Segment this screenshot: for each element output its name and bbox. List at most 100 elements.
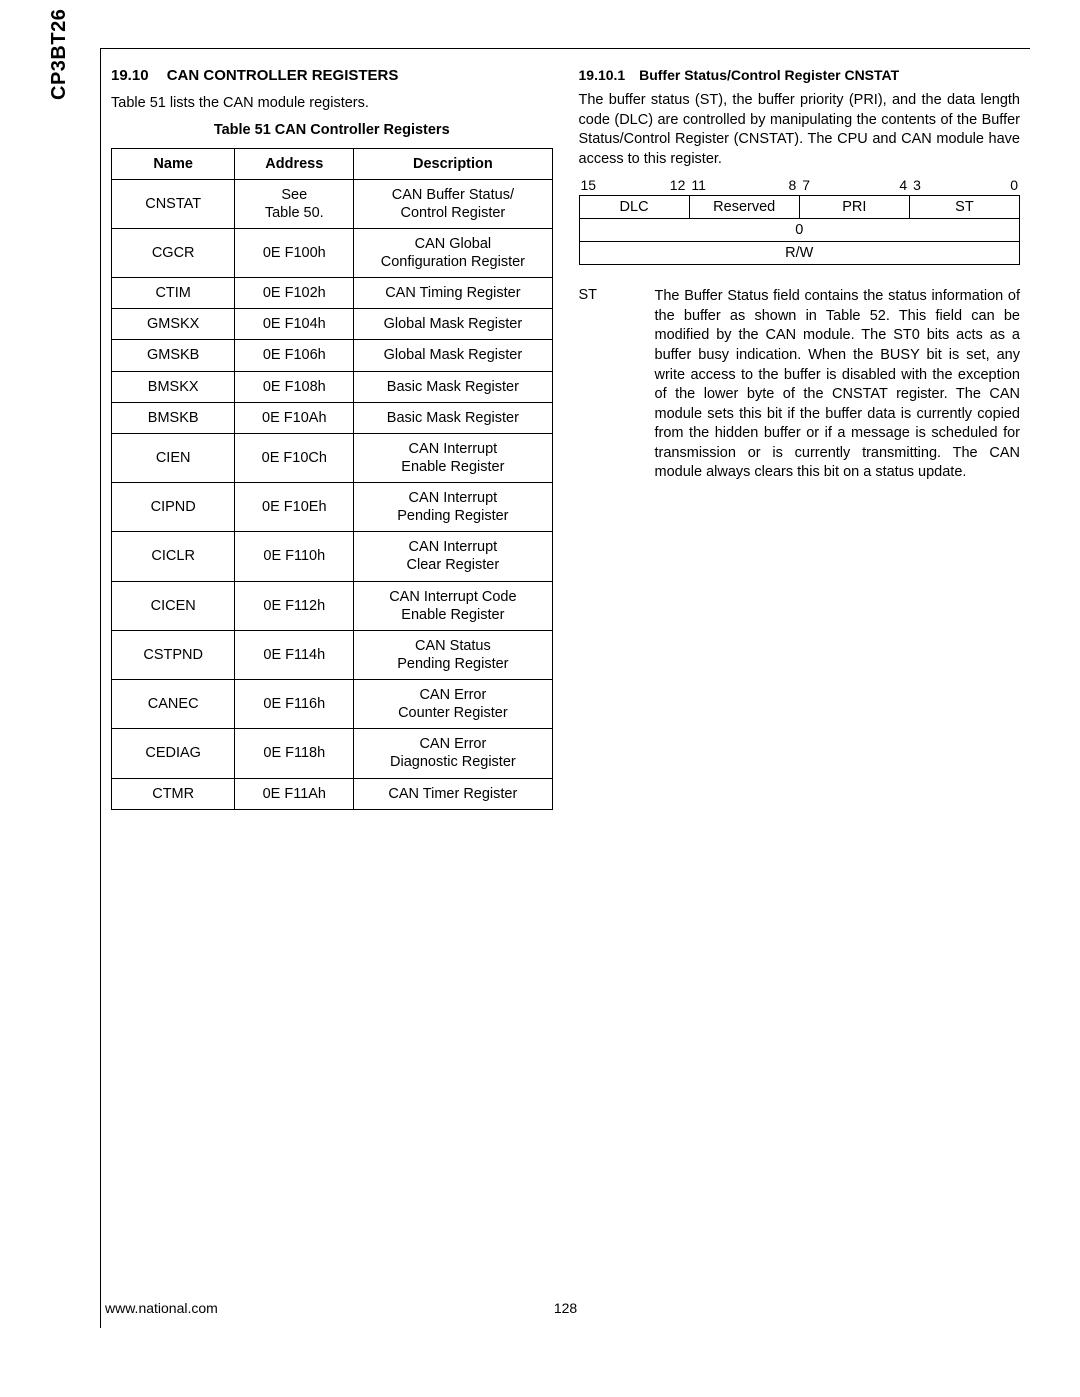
footer-spacer (596, 1300, 1027, 1316)
cell-description: CAN GlobalConfiguration Register (354, 228, 552, 277)
intro-paragraph: Table 51 lists the CAN module registers. (111, 94, 553, 114)
table-row: CANEC0E F116hCAN ErrorCounter Register (112, 680, 553, 729)
cell-address: 0E F110h (235, 532, 354, 581)
footer-page-number: 128 (536, 1300, 596, 1316)
table-row: BMSKX0E F108hBasic Mask Register (112, 371, 553, 402)
bit-8: 8 (775, 177, 796, 193)
cell-address: 0E F118h (235, 729, 354, 778)
bit-12: 12 (664, 177, 685, 193)
cell-address: 0E F106h (235, 340, 354, 371)
subsection-title: Buffer Status/Control Register CNSTAT (639, 67, 899, 83)
page-footer: www.national.com 128 (101, 1300, 1030, 1316)
cell-description: CAN ErrorCounter Register (354, 680, 552, 729)
table-row: CIEN0E F10ChCAN InterruptEnable Register (112, 433, 553, 482)
table-row: GMSKB0E F106hGlobal Mask Register (112, 340, 553, 371)
table-row: CTIM0E F102hCAN Timing Register (112, 278, 553, 309)
table-row: BMSKB0E F10AhBasic Mask Register (112, 402, 553, 433)
bit-11: 11 (685, 177, 775, 193)
cell-address: 0E F10Ah (235, 402, 354, 433)
field-st: ST (909, 196, 1019, 219)
bitfield-reset-row: 0 (579, 219, 1020, 242)
field-reserved: Reserved (689, 196, 799, 219)
cell-address: 0E F108h (235, 371, 354, 402)
bit-15: 15 (581, 177, 665, 193)
cell-name: CEDIAG (112, 729, 235, 778)
table-row: CEDIAG0E F118hCAN ErrorDiagnostic Regist… (112, 729, 553, 778)
def-name: ST (579, 287, 625, 483)
cell-description: Basic Mask Register (354, 371, 552, 402)
bitfield-table: DLC Reserved PRI ST 0 R/W (579, 195, 1021, 265)
doc-side-label: CP3BT26 (48, 9, 71, 100)
cell-name: BMSKB (112, 402, 235, 433)
table-row: GMSKX0E F104hGlobal Mask Register (112, 309, 553, 340)
subsection-number: 19.10.1 (579, 67, 626, 83)
cell-address: 0E F10Ch (235, 433, 354, 482)
cell-address: 0E F100h (235, 228, 354, 277)
cell-name: CICLR (112, 532, 235, 581)
cnstat-paragraph: The buffer status (ST), the buffer prior… (579, 91, 1021, 169)
bit-4: 4 (886, 177, 907, 193)
cell-name: BMSKX (112, 371, 235, 402)
th-address: Address (235, 148, 354, 179)
section-heading: 19.10 CAN CONTROLLER REGISTERS (111, 67, 553, 84)
cell-address: 0E F112h (235, 581, 354, 630)
field-dlc: DLC (579, 196, 689, 219)
th-description: Description (354, 148, 552, 179)
cell-description: CAN Interrupt CodeEnable Register (354, 581, 552, 630)
table-header-row: Name Address Description (112, 148, 553, 179)
table-row: CICLR0E F110hCAN InterruptClear Register (112, 532, 553, 581)
cell-description: CAN ErrorDiagnostic Register (354, 729, 552, 778)
cell-address: 0E F102h (235, 278, 354, 309)
cell-description: CAN InterruptEnable Register (354, 433, 552, 482)
footer-url: www.national.com (105, 1300, 536, 1316)
table-row: CSTPND0E F114hCAN StatusPending Register (112, 630, 553, 679)
cell-description: Global Mask Register (354, 309, 552, 340)
bitfield-names-row: DLC Reserved PRI ST (579, 196, 1020, 219)
cell-description: CAN Buffer Status/Control Register (354, 179, 552, 228)
cell-name: CTMR (112, 778, 235, 809)
subsection-heading: 19.10.1 Buffer Status/Control Register C… (579, 67, 1021, 83)
cell-name: CTIM (112, 278, 235, 309)
cell-address: 0E F11Ah (235, 778, 354, 809)
bit-0: 0 (997, 177, 1018, 193)
table-51: Name Address Description CNSTATSeeTable … (111, 148, 553, 810)
bit-7: 7 (796, 177, 886, 193)
cell-address: 0E F114h (235, 630, 354, 679)
cell-name: CICEN (112, 581, 235, 630)
cell-name: GMSKX (112, 309, 235, 340)
cell-address: 0E F10Eh (235, 483, 354, 532)
cell-description: Basic Mask Register (354, 402, 552, 433)
table-51-caption: Table 51 CAN Controller Registers (111, 122, 553, 138)
right-column: 19.10.1 Buffer Status/Control Register C… (579, 67, 1021, 810)
page-frame: 19.10 CAN CONTROLLER REGISTERS Table 51 … (100, 48, 1030, 1328)
section-number: 19.10 (111, 67, 149, 84)
left-column: 19.10 CAN CONTROLLER REGISTERS Table 51 … (111, 67, 553, 810)
bitfield-access-row: R/W (579, 242, 1020, 265)
cell-name: CIPND (112, 483, 235, 532)
table-row: CGCR0E F100hCAN GlobalConfiguration Regi… (112, 228, 553, 277)
cell-name: GMSKB (112, 340, 235, 371)
table-row: CIPND0E F10EhCAN InterruptPending Regist… (112, 483, 553, 532)
bit-numbers-row: 15 12 11 8 7 4 3 0 (579, 177, 1021, 193)
reset-value: 0 (579, 219, 1020, 242)
bitfield-diagram: 15 12 11 8 7 4 3 0 DLC Reserved PRI ST (579, 177, 1021, 265)
cell-name: CGCR (112, 228, 235, 277)
cell-description: CAN InterruptPending Register (354, 483, 552, 532)
table-row: CTMR0E F11AhCAN Timer Register (112, 778, 553, 809)
cell-description: CAN Timer Register (354, 778, 552, 809)
th-name: Name (112, 148, 235, 179)
cell-description: CAN StatusPending Register (354, 630, 552, 679)
field-pri: PRI (799, 196, 909, 219)
cell-description: CAN InterruptClear Register (354, 532, 552, 581)
cell-address: 0E F116h (235, 680, 354, 729)
cell-address: SeeTable 50. (235, 179, 354, 228)
table-row: CICEN0E F112hCAN Interrupt CodeEnable Re… (112, 581, 553, 630)
cell-description: CAN Timing Register (354, 278, 552, 309)
section-title: CAN CONTROLLER REGISTERS (167, 67, 399, 84)
cell-address: 0E F104h (235, 309, 354, 340)
cell-name: CIEN (112, 433, 235, 482)
cell-name: CSTPND (112, 630, 235, 679)
def-text: The Buffer Status field contains the sta… (655, 287, 1021, 483)
cell-name: CANEC (112, 680, 235, 729)
access-value: R/W (579, 242, 1020, 265)
